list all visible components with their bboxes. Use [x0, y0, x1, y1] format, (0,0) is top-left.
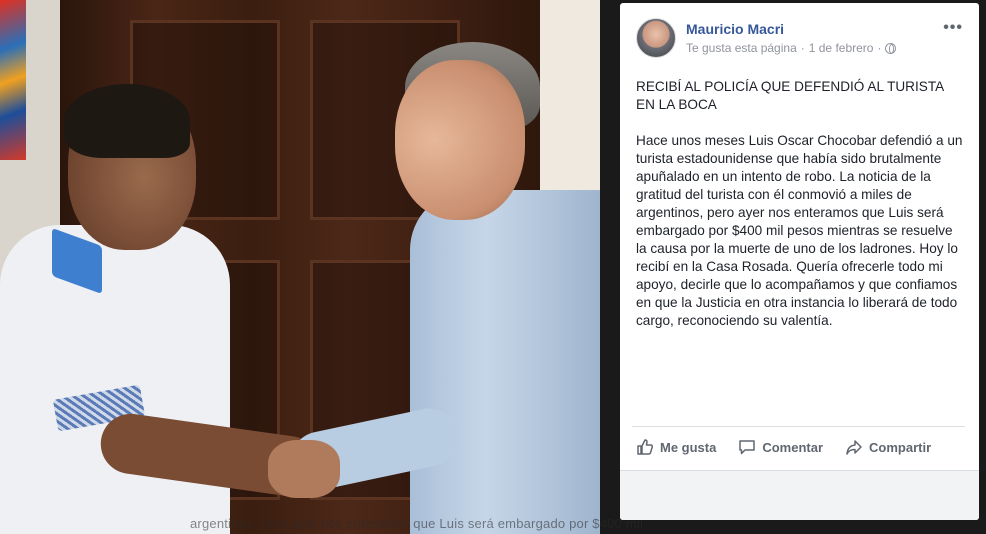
page-name-link[interactable]: Mauricio Macri — [686, 21, 784, 37]
post-photo[interactable] — [0, 0, 600, 534]
share-arrow-icon — [846, 440, 862, 455]
post-title: RECIBÍ AL POLICÍA QUE DEFENDIÓ AL TURIST… — [636, 79, 944, 112]
comment-label: Comentar — [762, 439, 824, 455]
post-actions: Me gusta Comentar Compartir — [636, 438, 931, 456]
meta-separator-2: · — [877, 41, 882, 55]
like-label: Me gusta — [660, 439, 717, 455]
officer-hair — [64, 84, 190, 158]
speech-bubble-icon — [739, 440, 756, 455]
like-button[interactable]: Me gusta — [636, 438, 716, 456]
post-text: RECIBÍ AL POLICÍA QUE DEFENDIÓ AL TURIST… — [636, 78, 966, 330]
avatar[interactable] — [636, 18, 676, 58]
handshake — [268, 440, 340, 498]
post-body: Hace unos meses Luis Oscar Chocobar defe… — [636, 133, 963, 328]
man-figure — [410, 190, 600, 534]
thumbs-up-icon — [637, 439, 654, 455]
page-like-status[interactable]: Te gusta esta página — [686, 41, 797, 55]
painting — [0, 0, 26, 160]
man-head — [395, 60, 525, 220]
officer-figure — [0, 225, 230, 534]
background-caption: argentinos, pero ayer nos enteramos que … — [190, 516, 644, 531]
share-label: Compartir — [869, 439, 932, 455]
actions-divider — [632, 426, 965, 427]
comments-area[interactable] — [620, 470, 979, 520]
comment-button[interactable]: Comentar — [738, 438, 823, 456]
globe-icon — [885, 42, 897, 54]
post-date[interactable]: 1 de febrero — [809, 41, 874, 55]
post-meta: Te gusta esta página · 1 de febrero · — [686, 41, 897, 55]
post-card: Mauricio Macri Te gusta esta página · 1 … — [620, 3, 979, 520]
share-button[interactable]: Compartir — [845, 438, 931, 456]
meta-separator: · — [800, 41, 805, 55]
more-options-icon[interactable]: ••• — [943, 19, 963, 37]
